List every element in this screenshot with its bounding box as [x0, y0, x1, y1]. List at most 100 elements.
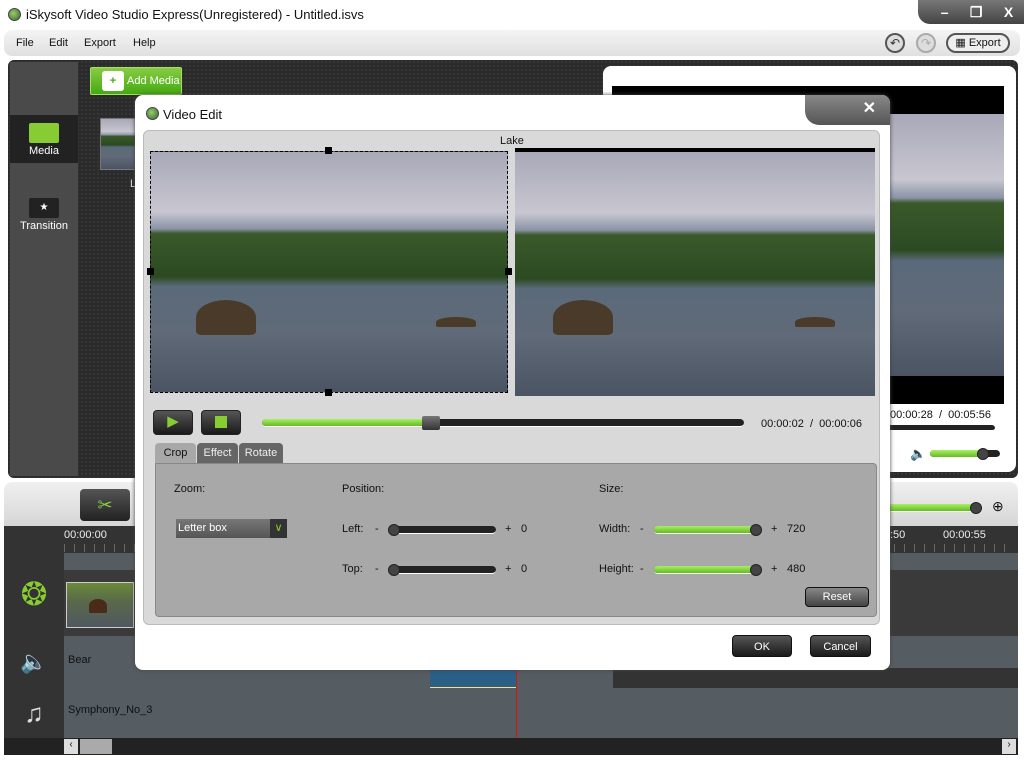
menu-help[interactable]: Help [133, 37, 156, 49]
timeline-scrollbar[interactable]: ‹ › [4, 738, 1018, 755]
crop-handle[interactable] [325, 389, 332, 396]
position-label: Position: [342, 483, 385, 495]
minus-sign: - [640, 563, 644, 575]
timeline-zoom-thumb[interactable] [970, 502, 982, 514]
zoom-select[interactable]: Letter box ∨ [176, 519, 287, 538]
width-slider[interactable] [654, 526, 760, 534]
crop-source-video[interactable] [150, 151, 508, 393]
scroll-thumb[interactable] [80, 739, 112, 754]
plus-sign: + [771, 523, 778, 535]
media-thumbnail[interactable] [100, 118, 136, 170]
top-slider-thumb[interactable] [388, 564, 400, 576]
audio-track-label: Bear [68, 654, 92, 666]
sidebar-item-label: Transition [20, 220, 68, 232]
audio-selection[interactable] [430, 668, 516, 688]
play-button[interactable]: ▶ [153, 410, 193, 435]
app-logo-icon [8, 8, 21, 21]
crop-panel [155, 463, 877, 617]
cancel-button[interactable]: Cancel [810, 635, 871, 657]
add-media-icon: + [102, 71, 124, 91]
scroll-right-icon[interactable]: › [1002, 739, 1016, 754]
minus-sign: - [375, 523, 379, 535]
volume-slider[interactable] [930, 450, 1000, 458]
top-label: Top: [342, 563, 363, 575]
dialog-seek-bar[interactable] [262, 419, 744, 427]
left-value: 0 [521, 523, 528, 535]
preview-time: 00:00:28 / 00:05:56 [890, 409, 991, 421]
add-media-label: Add Media [127, 75, 180, 87]
tab-rotate[interactable]: Rotate [239, 443, 283, 464]
left-slider-thumb[interactable] [388, 524, 400, 536]
dialog-seek-thumb[interactable] [421, 416, 440, 430]
chevron-down-icon: ∨ [270, 519, 287, 538]
height-label: Height: [599, 563, 634, 575]
menu-file[interactable]: File [16, 37, 34, 49]
zoom-in-icon[interactable]: ⊕ [992, 498, 1004, 515]
scroll-left-icon[interactable]: ‹ [64, 739, 78, 754]
window-title: iSkysoft Video Studio Express(Unregister… [26, 7, 364, 22]
volume-icon: 🔈 [910, 446, 927, 461]
music-track [4, 688, 1018, 738]
tab-crop[interactable]: Crop [155, 443, 196, 464]
crop-handle[interactable] [147, 268, 154, 275]
ruler-label: :50 [890, 529, 906, 541]
left-label: Left: [342, 523, 364, 535]
volume-thumb[interactable] [977, 448, 989, 460]
menu-export[interactable]: Export [84, 37, 116, 49]
clip-name: Lake [500, 135, 524, 147]
ruler-label: 00:00:55 [943, 529, 986, 541]
sidebar-item-transition[interactable]: ★ Transition [10, 198, 78, 232]
stop-button[interactable] [201, 410, 241, 435]
window-controls: – ❐ X [918, 0, 1024, 24]
speaker-icon: 🔈 [4, 636, 64, 688]
restore-icon[interactable]: ❐ [970, 4, 983, 21]
plus-sign: + [505, 563, 512, 575]
width-value: 720 [787, 523, 806, 535]
menu-edit[interactable]: Edit [49, 37, 68, 49]
minimize-icon[interactable]: – [941, 4, 949, 20]
dialog-logo-icon [146, 107, 159, 120]
height-slider-thumb[interactable] [750, 564, 762, 576]
music-track-label: Symphony_No_3 [68, 704, 153, 716]
width-slider-thumb[interactable] [750, 524, 762, 536]
crop-handle[interactable] [325, 147, 332, 154]
plus-sign: + [505, 523, 512, 535]
film-icon: ▦ [955, 37, 969, 49]
undo-icon[interactable]: ↶ [885, 33, 905, 53]
ok-button[interactable]: OK [732, 635, 792, 657]
export-label: Export [968, 37, 1001, 49]
reset-button[interactable]: Reset [805, 587, 869, 607]
play-icon: ▶ [167, 413, 179, 430]
minus-sign: - [375, 563, 379, 575]
sidebar-item-media[interactable]: Media [10, 115, 78, 163]
left-slider[interactable] [390, 526, 496, 534]
redo-icon[interactable]: ↷ [916, 33, 936, 53]
video-clip-bear[interactable] [66, 582, 134, 628]
folder-star-icon: ★ [29, 198, 59, 218]
menu-bar [4, 30, 1020, 56]
dialog-title: Video Edit [163, 107, 223, 122]
scissors-icon: ✂ [97, 495, 113, 515]
top-value: 0 [521, 563, 528, 575]
top-slider[interactable] [390, 566, 496, 574]
crop-handle[interactable] [505, 268, 512, 275]
dialog-time: 00:00:02 / 00:00:06 [761, 418, 862, 430]
stop-icon [215, 416, 227, 428]
close-icon[interactable]: X [1004, 4, 1013, 20]
crop-result-video [515, 148, 875, 396]
height-value: 480 [787, 563, 806, 575]
ruler-label: 00:00:00 [64, 529, 107, 541]
minus-sign: - [640, 523, 644, 535]
sidebar-item-label: Media [29, 145, 59, 157]
cut-button[interactable]: ✂ [80, 489, 130, 521]
width-label: Width: [599, 523, 631, 535]
tab-effect[interactable]: Effect [197, 443, 238, 464]
dialog-close-icon[interactable]: ✕ [805, 95, 890, 125]
plus-sign: + [771, 563, 778, 575]
film-reel-icon: ❂ [4, 553, 64, 636]
size-label: Size: [599, 483, 624, 495]
folder-film-icon [29, 123, 59, 143]
height-slider[interactable] [654, 566, 760, 574]
export-button[interactable]: ▦ Export [946, 33, 1010, 53]
preview-seek-bar[interactable] [880, 425, 995, 431]
